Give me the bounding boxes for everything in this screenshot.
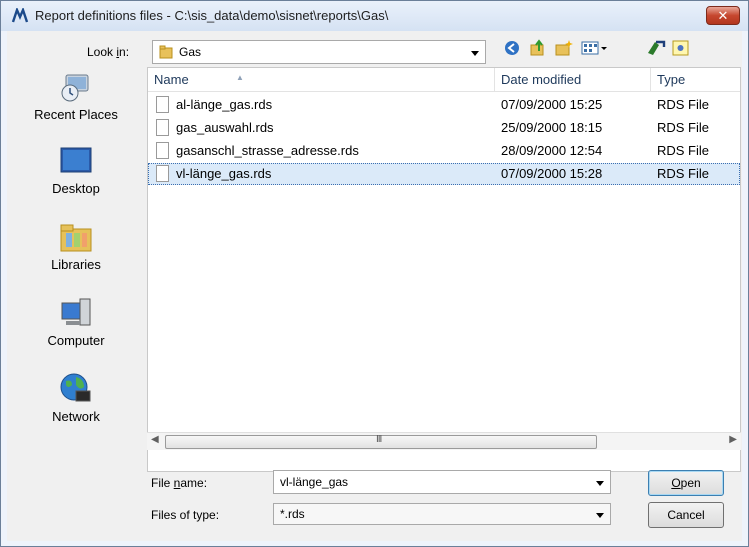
sort-ascending-icon: ▲ <box>236 73 244 82</box>
close-icon: ✕ <box>717 8 729 23</box>
cancel-button[interactable]: Cancel <box>648 502 724 528</box>
lookin-dropdown[interactable]: Gas <box>152 40 486 64</box>
window-title: Report definitions files - C:\sis_data\d… <box>35 8 389 23</box>
file-name: al-länge_gas.rds <box>176 97 273 112</box>
open-button[interactable]: Open <box>648 470 724 496</box>
file-type: RDS File <box>657 120 710 135</box>
chevron-down-icon[interactable] <box>596 481 604 486</box>
file-name: gas_auswahl.rds <box>176 120 274 135</box>
tool-icon[interactable] <box>645 39 667 57</box>
place-computer[interactable]: Computer <box>7 295 145 348</box>
file-date: 28/09/2000 12:54 <box>501 143 603 158</box>
file-list[interactable]: Name ▲ Date modified Type al-länge_gas.r… <box>147 67 741 472</box>
filetype-value: *.rds <box>280 507 305 521</box>
up-folder-icon[interactable] <box>529 39 547 57</box>
file-row-selected[interactable]: vl-länge_gas.rds 07/09/2000 15:28 RDS Fi… <box>148 163 740 185</box>
column-header-type[interactable]: Type <box>651 68 740 92</box>
place-label: Recent Places <box>34 107 118 122</box>
file-name: vl-länge_gas.rds <box>176 166 272 181</box>
back-icon[interactable] <box>503 39 521 57</box>
file-date: 25/09/2000 18:15 <box>501 120 603 135</box>
place-libraries[interactable]: Libraries <box>7 219 145 272</box>
dialog-body: Look in: Gas Recent Places Desktop Libra… <box>7 31 742 541</box>
file-name: gasanschl_strasse_adresse.rds <box>176 143 359 158</box>
file-icon <box>156 142 169 159</box>
file-open-dialog: Report definitions files - C:\sis_data\d… <box>0 0 749 547</box>
horizontal-scrollbar[interactable]: ◀ III ▶ <box>147 432 741 450</box>
scrollbar-grip: III <box>376 434 382 445</box>
computer-icon <box>61 298 91 326</box>
chevron-down-icon[interactable] <box>596 513 604 518</box>
libraries-icon <box>60 224 92 252</box>
close-button[interactable]: ✕ <box>706 6 740 25</box>
file-row[interactable]: gasanschl_strasse_adresse.rds 28/09/2000… <box>148 140 740 162</box>
desktop-icon <box>60 147 92 173</box>
place-label: Libraries <box>51 257 101 272</box>
title-bar[interactable]: Report definitions files - C:\sis_data\d… <box>1 1 748 31</box>
file-type: RDS File <box>657 97 710 112</box>
place-desktop[interactable]: Desktop <box>7 143 145 196</box>
column-header-date[interactable]: Date modified <box>495 68 651 92</box>
filename-label: File name: <box>151 476 208 490</box>
file-date: 07/09/2000 15:28 <box>501 166 603 181</box>
scroll-left-icon[interactable]: ◀ <box>151 434 159 445</box>
place-label: Desktop <box>52 181 100 196</box>
recent-places-icon <box>61 74 89 102</box>
filetype-label: Files of type: <box>151 508 220 522</box>
properties-icon[interactable] <box>671 39 691 57</box>
file-date: 07/09/2000 15:25 <box>501 97 603 112</box>
place-label: Computer <box>47 333 105 348</box>
place-network[interactable]: Network <box>7 371 145 424</box>
place-label: Network <box>52 409 100 424</box>
column-header-row: Name ▲ Date modified Type <box>148 68 740 92</box>
filename-input[interactable]: vl-länge_gas <box>273 470 611 494</box>
chevron-down-icon[interactable] <box>471 51 479 56</box>
places-bar: Recent Places Desktop Libraries Computer… <box>7 67 145 472</box>
file-type: RDS File <box>657 166 710 181</box>
new-folder-icon[interactable] <box>555 39 573 57</box>
app-icon <box>11 8 29 23</box>
view-menu-icon[interactable] <box>581 39 609 57</box>
scrollbar-thumb[interactable]: III <box>165 434 597 449</box>
filetype-dropdown[interactable]: *.rds <box>273 503 611 525</box>
filename-value: vl-länge_gas <box>280 475 349 489</box>
file-row[interactable]: gas_auswahl.rds 25/09/2000 18:15 RDS Fil… <box>148 117 740 139</box>
file-icon <box>156 119 169 136</box>
file-row[interactable]: al-länge_gas.rds 07/09/2000 15:25 RDS Fi… <box>148 94 740 116</box>
folder-icon <box>159 45 173 59</box>
file-type: RDS File <box>657 143 710 158</box>
place-recent-places[interactable]: Recent Places <box>7 69 145 122</box>
file-icon <box>156 165 169 182</box>
lookin-value: Gas <box>179 45 202 59</box>
file-icon <box>156 96 169 113</box>
network-icon <box>60 373 91 402</box>
scroll-right-icon[interactable]: ▶ <box>729 434 737 445</box>
column-header-name[interactable]: Name ▲ <box>148 68 495 92</box>
lookin-label: Look in: <box>87 45 130 59</box>
